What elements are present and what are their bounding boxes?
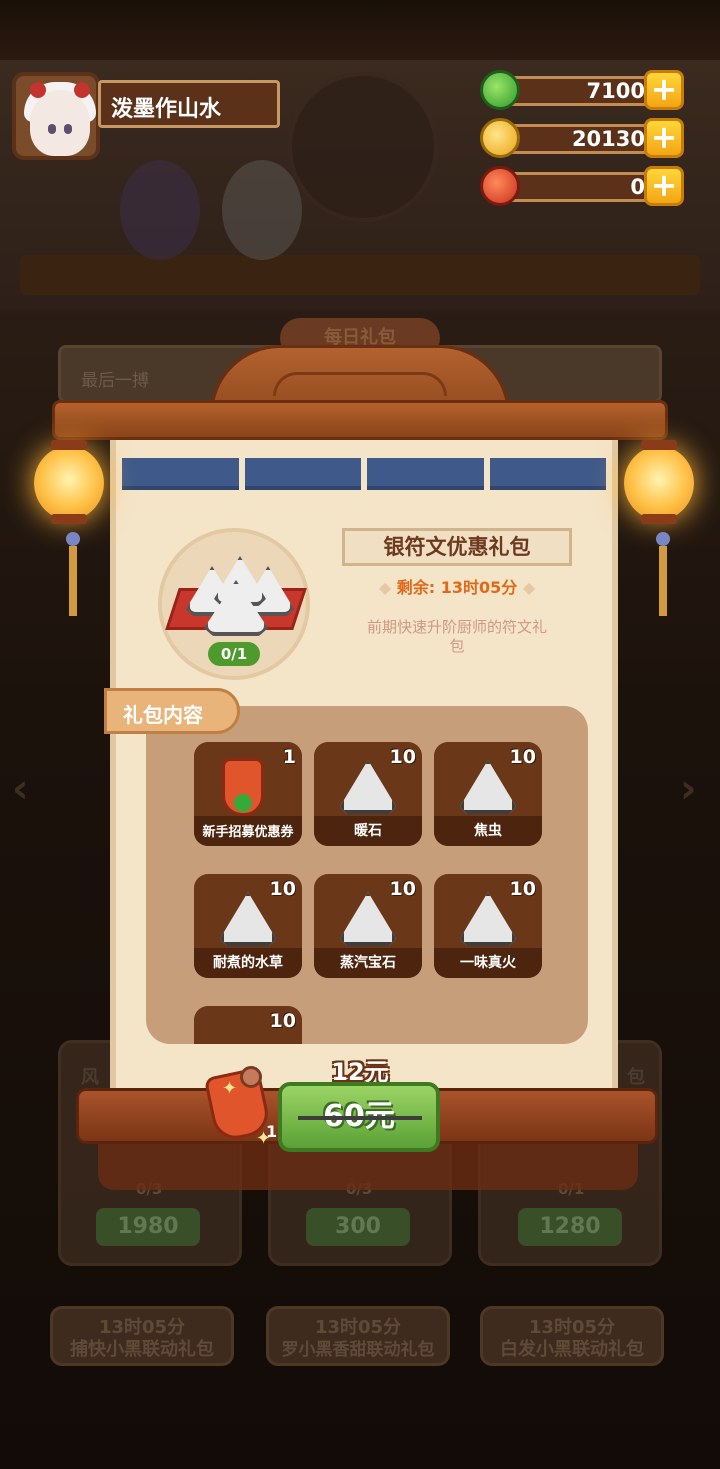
gold-coin-icon xyxy=(480,118,520,158)
bottom-pack-tag: 13时05分 罗小黑香甜联动礼包 xyxy=(266,1306,450,1366)
item-quantity: 10 xyxy=(509,878,536,900)
lantern-tassel xyxy=(69,546,77,616)
currency-value: 7100 xyxy=(500,76,660,106)
item-quantity: 10 xyxy=(389,878,416,900)
bottom-pack-name: 白发小黑联动礼包 xyxy=(500,1339,644,1360)
green-jade-icon xyxy=(480,70,520,110)
background-character-left xyxy=(120,160,200,260)
pack-contents[interactable]: 新手招募优惠券 1 暖石 10 焦虫 10 耐煮的水草 10 蒸汽宝石 10 一… xyxy=(146,706,588,1044)
popup-banners xyxy=(122,458,606,490)
bottom-pack-timer: 13时05分 xyxy=(528,1317,616,1338)
left-arrow-icon: ‹ xyxy=(12,766,29,812)
item-tile[interactable]: 焦虫 10 xyxy=(434,742,542,846)
currency-gem: 0 + xyxy=(480,166,688,210)
contents-label: 礼包内容 xyxy=(104,688,240,734)
bottom-pack-name: 罗小黑香甜联动礼包 xyxy=(281,1340,435,1360)
add-jade-button[interactable]: + xyxy=(644,70,684,110)
pack-purchase-count: 0/1 xyxy=(208,642,260,666)
avatar-eye xyxy=(64,124,72,134)
coupon-gem xyxy=(234,794,252,812)
avatar-hair-ornament xyxy=(74,82,90,98)
arch-ornament xyxy=(273,372,447,396)
currency-value: 20130 xyxy=(500,124,660,154)
steam-gem-rune-icon xyxy=(340,892,396,946)
item-label: 新手招募优惠券 xyxy=(202,825,294,840)
lantern-cap xyxy=(51,440,87,450)
avatar-face xyxy=(30,90,90,156)
sparkle-icon: ✦ xyxy=(222,1078,238,1099)
pack-description: 前期快速升阶厨师的符文礼包 xyxy=(366,618,547,655)
avatar-eye xyxy=(48,124,56,134)
item-tile[interactable]: 耐煮的水草 10 xyxy=(194,874,302,978)
background-shelf-board xyxy=(20,255,700,295)
item-tile[interactable]: 10 xyxy=(194,1006,302,1044)
currency-coin: 20130 + xyxy=(480,118,688,162)
price-strikethrough xyxy=(298,1116,422,1120)
bottom-pack-timer: 13时05分 xyxy=(314,1317,402,1338)
red-gem-icon xyxy=(480,166,520,206)
add-coin-button[interactable]: + xyxy=(644,118,684,158)
buy-button[interactable]: 60元 xyxy=(278,1082,440,1152)
lantern-bead xyxy=(66,532,80,546)
card-price-button: 1980 xyxy=(96,1208,200,1246)
burnt-bug-rune-icon xyxy=(460,760,516,814)
diamond-icon: ◆ xyxy=(378,578,397,597)
banner-text: 最后一搏 xyxy=(81,371,149,391)
popup-scroll-top xyxy=(52,400,668,440)
item-tile[interactable]: 蒸汽宝石 10 xyxy=(314,874,422,978)
card-price-button: 300 xyxy=(306,1208,410,1246)
lantern-left-icon xyxy=(34,446,104,520)
pack-remaining-time: ◆ 剩余: 13时05分 ◆ xyxy=(342,574,572,598)
item-quantity: 10 xyxy=(269,1010,296,1032)
lantern-cap xyxy=(51,514,87,524)
coupon-knot xyxy=(240,1066,262,1088)
lantern-tassel xyxy=(659,546,667,616)
diamond-icon: ◆ xyxy=(522,578,536,597)
waterweed-rune-icon xyxy=(220,892,276,946)
lantern-cap xyxy=(641,440,677,450)
lantern-bead xyxy=(656,532,670,546)
item-quantity: 1 xyxy=(282,746,296,768)
sparkle-icon: ✦ xyxy=(256,1128,272,1149)
item-tile[interactable]: 一味真火 10 xyxy=(434,874,542,978)
avatar-hair-ornament xyxy=(30,82,46,98)
item-quantity: 10 xyxy=(389,746,416,768)
warm-stone-rune-icon xyxy=(340,760,396,814)
item-label: 焦虫 xyxy=(474,823,502,839)
item-tile[interactable]: 暖石 10 xyxy=(314,742,422,846)
currency-jade: 7100 + xyxy=(480,70,688,114)
bottom-pack-timer: 13时05分 xyxy=(98,1317,186,1338)
bottom-pack-tag: 13时05分 白发小黑联动礼包 xyxy=(480,1306,664,1366)
item-tile[interactable]: 新手招募优惠券 1 xyxy=(194,742,302,846)
item-label: 耐煮的水草 xyxy=(213,955,283,971)
bottom-pack-tag: 13时05分 捕快小黑联动礼包 xyxy=(50,1306,234,1366)
lantern-right-icon xyxy=(624,446,694,520)
true-fire-rune-icon xyxy=(460,892,516,946)
avatar[interactable] xyxy=(12,72,100,160)
lantern-cap xyxy=(641,514,677,524)
right-arrow-icon: › xyxy=(680,766,697,812)
remaining-text: 剩余: 13时05分 xyxy=(396,578,518,597)
card-label: 风 xyxy=(81,1067,99,1088)
pack-title: 银符文优惠礼包 xyxy=(342,528,572,566)
item-label: 一味真火 xyxy=(460,955,516,971)
background-character-right xyxy=(222,160,302,260)
item-label: 蒸汽宝石 xyxy=(340,955,396,971)
player-name: 泼墨作山水 xyxy=(98,80,280,128)
item-quantity: 10 xyxy=(509,746,536,768)
currency-value: 0 xyxy=(500,172,660,202)
card-label: 包 xyxy=(627,1067,645,1088)
item-label: 暖石 xyxy=(354,823,382,839)
item-quantity: 10 xyxy=(269,878,296,900)
card-price-button: 1280 xyxy=(518,1208,622,1246)
background-emblem xyxy=(288,72,438,222)
bottom-pack-name: 捕快小黑联动礼包 xyxy=(70,1339,214,1360)
game-screen: 每日礼包 最后一搏 ‹ › 风 包 0/3 0/3 0/1 1980 300 1… xyxy=(0,0,720,1469)
add-gem-button[interactable]: + xyxy=(644,166,684,206)
